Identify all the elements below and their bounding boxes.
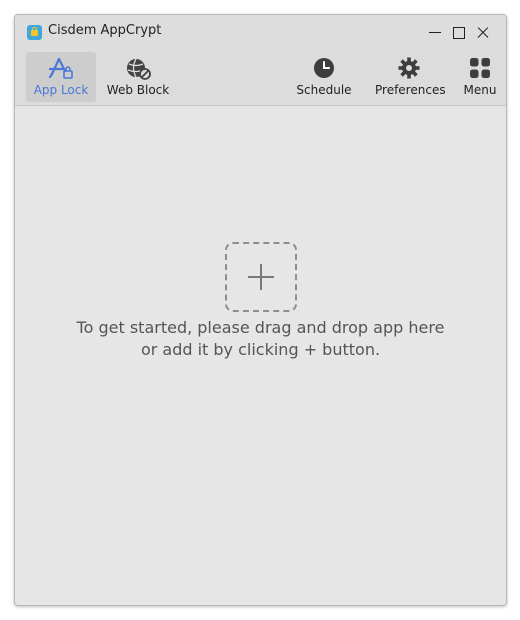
tab-preferences[interactable]: Preferences [375, 52, 446, 102]
minimize-button[interactable] [424, 22, 446, 44]
empty-hint-line-1: To get started, please drag and drop app… [76, 318, 445, 337]
tab-web-block[interactable]: Web Block [105, 52, 171, 102]
gear-icon [398, 57, 420, 79]
web-block-icon [127, 58, 151, 80]
tab-app-lock-label: App Lock [33, 83, 89, 97]
grid-menu-icon [470, 58, 490, 78]
drop-zone[interactable]: To get started, please drag and drop app… [15, 106, 506, 605]
app-lock-icon [48, 57, 73, 79]
title-bar[interactable]: Cisdem AppCrypt [15, 15, 506, 51]
tab-web-block-label: Web Block [106, 83, 170, 97]
empty-hint-line-2: or add it by clicking + button. [140, 340, 381, 359]
tab-schedule-label: Schedule [296, 83, 352, 97]
toolbar: App Lock Web Block Schedule Preferences … [15, 51, 506, 106]
tab-schedule[interactable]: Schedule [295, 52, 353, 102]
tab-menu-label: Menu [463, 83, 497, 97]
maximize-button[interactable] [448, 22, 470, 44]
window-title: Cisdem AppCrypt [48, 23, 162, 38]
clock-icon [314, 58, 334, 78]
tab-preferences-label: Preferences [375, 83, 446, 97]
close-button[interactable] [472, 22, 494, 44]
tab-app-lock[interactable]: App Lock [26, 52, 96, 102]
add-app-button[interactable] [225, 242, 297, 312]
app-logo-icon [27, 25, 42, 40]
tab-menu[interactable]: Menu [459, 52, 501, 102]
app-window: Cisdem AppCrypt App Lock Web Block Sched… [14, 14, 507, 606]
